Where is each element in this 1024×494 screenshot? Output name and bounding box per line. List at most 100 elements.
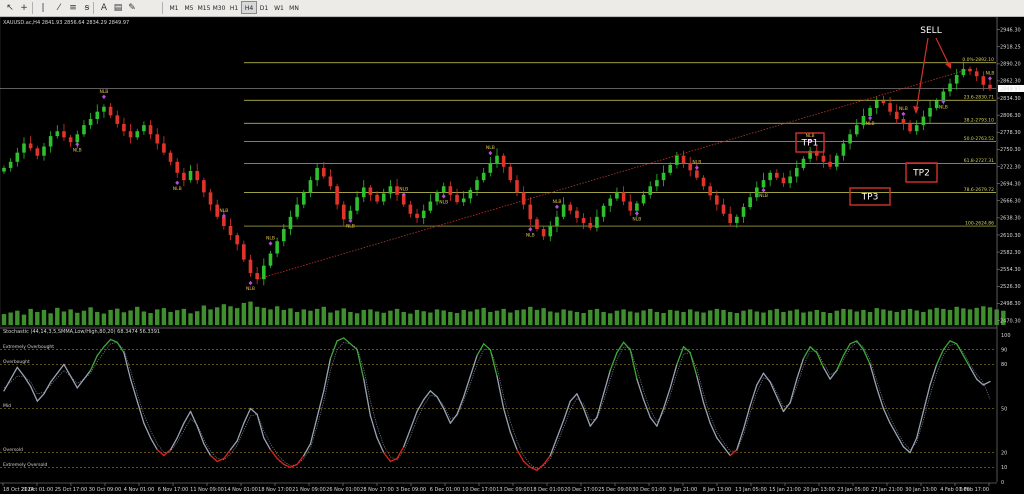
candle-body — [761, 180, 766, 188]
candle-body — [282, 229, 286, 242]
candle-body — [608, 198, 613, 206]
volume-bar — [68, 309, 73, 325]
candle-body — [735, 216, 739, 223]
candle-body — [708, 186, 712, 196]
timeframe-d1-button[interactable]: D1 — [256, 1, 272, 14]
volume-bar — [947, 309, 953, 325]
candle-body — [348, 210, 353, 220]
stoch-axis-label: 90 — [1001, 348, 1007, 354]
candle-body — [168, 152, 173, 162]
candle-body — [641, 194, 646, 204]
volume-bar — [574, 312, 580, 325]
volume-bar — [175, 310, 180, 325]
candle-body — [981, 76, 986, 85]
volume-bar — [661, 313, 666, 325]
candle-body — [548, 225, 553, 237]
volume-bar — [634, 312, 640, 325]
timeframe-m30-button[interactable]: M30 — [211, 1, 227, 14]
volume-bar — [8, 312, 13, 325]
candle-body — [448, 186, 453, 195]
candle-body — [308, 180, 313, 193]
volume-bar — [41, 309, 47, 325]
candle-body — [182, 172, 186, 181]
volume-bar — [514, 310, 520, 325]
price-chart-area[interactable]: 0.0%-2892.10 23.6-2830.71 38.2-2793.10 50.0… — [0, 17, 1024, 494]
volume-bar — [847, 309, 853, 325]
candle-body — [321, 167, 326, 177]
text-tool-icon[interactable]: A — [98, 2, 110, 14]
time-axis-label: 14 Nov 01:00 — [224, 487, 258, 493]
candle-body — [661, 172, 666, 181]
timeframe-h1-button[interactable]: H1 — [226, 1, 242, 14]
candle-body — [135, 131, 140, 138]
timeframe-w1-button[interactable]: W1 — [271, 1, 287, 14]
price-axis-label: 2890.20 — [1000, 62, 1021, 68]
candle-body — [668, 164, 673, 173]
stoch-zone-label: Extremely Oversold — [3, 462, 47, 468]
sell-annotation: SELL — [920, 26, 941, 36]
price-axis-label: 2750.30 — [1000, 147, 1021, 153]
time-axis-label: 4 Nov 01:00 — [124, 487, 155, 493]
candle-body — [561, 204, 566, 217]
volume-bar — [128, 310, 133, 325]
fib-level-label: 61.8-2727.31 — [964, 158, 994, 164]
trendline-icon[interactable]: ⁄ — [53, 2, 65, 14]
time-axis-label: 18 Dec 01:00 — [530, 487, 564, 493]
cursor-icon[interactable]: ↖ — [4, 2, 16, 14]
channel-icon[interactable]: ≡ — [67, 2, 79, 14]
nlb-label: NLB — [939, 105, 948, 111]
volume-bar — [108, 309, 113, 325]
candle-body — [222, 216, 226, 226]
shapes-icon[interactable]: ✎ — [126, 2, 138, 14]
candle-body — [28, 143, 33, 149]
price-axis-label: 2470.30 — [1000, 318, 1021, 324]
fibonacci-icon[interactable]: ꞩ — [81, 2, 93, 14]
label-tool-icon[interactable]: ▤ — [112, 2, 124, 14]
candle-body — [475, 180, 479, 190]
candle-body — [781, 177, 786, 184]
volume-bar — [474, 309, 480, 325]
fib-level-label: 50.0-2763.52 — [964, 136, 994, 142]
stoch-axis-label: 20 — [1001, 450, 1007, 456]
volume-bar — [1, 314, 7, 325]
volume-bar — [294, 312, 300, 325]
candle-body — [801, 158, 806, 168]
candle-body — [88, 119, 93, 126]
volume-bar — [934, 307, 939, 325]
volume-bar — [834, 310, 839, 325]
candle-body — [881, 100, 886, 104]
timeframe-m5-button[interactable]: M5 — [181, 1, 197, 14]
nlb-label: NLB — [99, 89, 108, 95]
stoch-axis-label: 100 — [1001, 333, 1011, 339]
nlb-label: NLB — [173, 186, 182, 192]
candle-body — [894, 111, 899, 120]
volume-bar — [901, 309, 906, 325]
volume-bar — [694, 311, 700, 325]
candle-body — [508, 166, 513, 181]
volume-bar — [927, 309, 933, 325]
timeframe-m1-button[interactable]: M1 — [166, 1, 182, 14]
candle-body — [655, 180, 659, 187]
candle-body — [341, 204, 346, 220]
volume-bar — [867, 312, 873, 325]
volume-bar — [987, 307, 993, 325]
volume-bar — [414, 309, 420, 325]
vertical-line-icon[interactable]: | — [37, 2, 49, 14]
volume-bar — [161, 308, 167, 325]
volume-bar — [48, 313, 53, 325]
candle-body — [515, 180, 519, 193]
time-axis-label: 26 Nov 01:00 — [326, 487, 360, 493]
timeframe-h4-button[interactable]: H4 — [241, 1, 257, 14]
volume-bar — [821, 312, 826, 325]
time-axis-label: 30 Jan 13:00 — [905, 487, 937, 493]
volume-bar — [854, 311, 859, 325]
volume-bar — [61, 311, 67, 325]
fib-level-label: 23.6-2830.71 — [964, 95, 994, 101]
candle-body — [841, 143, 846, 156]
timeframe-mn-button[interactable]: MN — [286, 1, 302, 14]
candle-body — [741, 207, 746, 217]
crosshair-icon[interactable]: + — [18, 2, 30, 14]
timeframe-m15-button[interactable]: M15 — [196, 1, 212, 14]
nlb-label: NLB — [73, 147, 82, 153]
candle-body — [748, 197, 752, 208]
